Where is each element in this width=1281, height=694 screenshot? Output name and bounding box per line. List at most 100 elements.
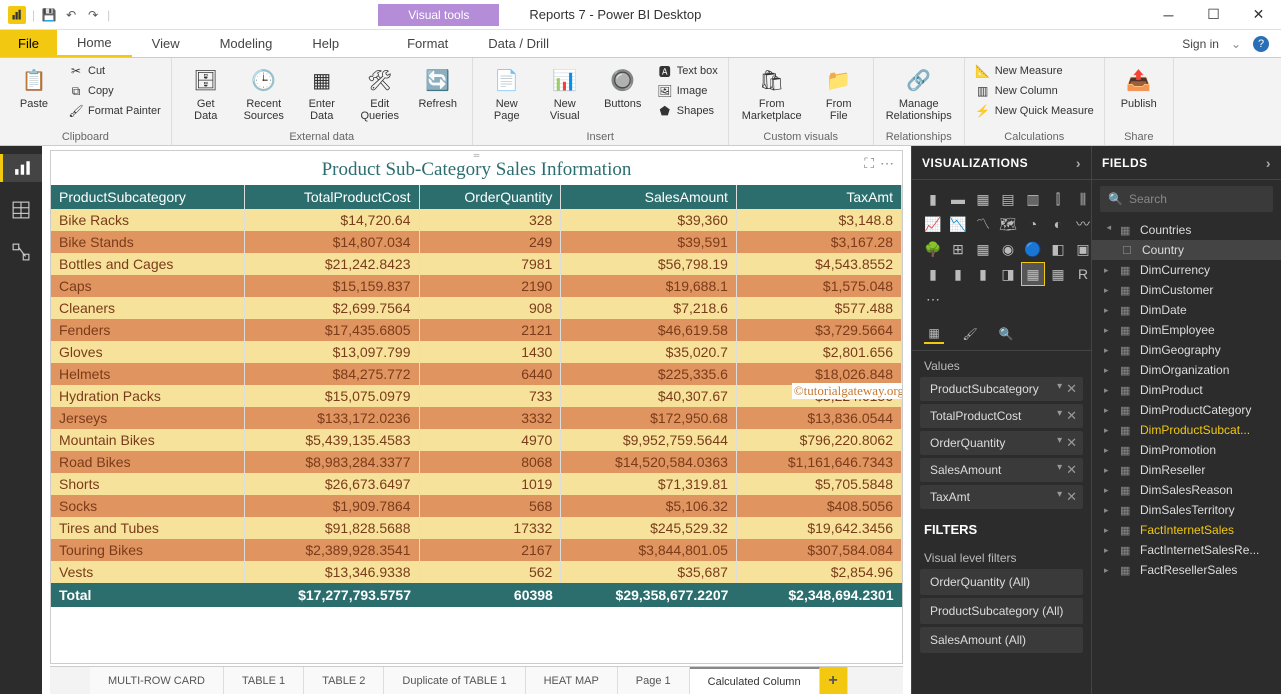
expand-caret-icon[interactable]: ▸ <box>1104 345 1114 356</box>
new-column-button[interactable]: ▥New Column <box>973 82 1096 100</box>
expand-caret-icon[interactable]: ▸ <box>1104 445 1114 456</box>
column-header[interactable]: TaxAmt <box>736 185 901 209</box>
page-tab[interactable]: TABLE 2 <box>304 667 384 694</box>
tab-view[interactable]: View <box>132 30 200 57</box>
fields-tab-icon[interactable]: ▦ <box>924 324 944 344</box>
remove-field-icon[interactable]: ✕ <box>1066 435 1077 451</box>
enter-data-button[interactable]: ▦Enter Data <box>296 62 348 122</box>
add-page-button[interactable]: + <box>820 667 848 694</box>
viz-type-icon[interactable]: 〽 <box>972 213 994 235</box>
table-visual[interactable]: ProductSubcategoryTotalProductCostOrderQ… <box>51 185 902 607</box>
page-tab[interactable]: TABLE 1 <box>224 667 304 694</box>
tab-home[interactable]: Home <box>57 30 132 57</box>
new-visual-button[interactable]: 📊New Visual <box>539 62 591 122</box>
remove-field-icon[interactable]: ✕ <box>1066 381 1077 397</box>
field-table-item[interactable]: ▸▦DimProductSubcat... <box>1092 420 1281 440</box>
tab-modeling[interactable]: Modeling <box>200 30 293 57</box>
table-row[interactable]: Caps$15,159.8372190$19,688.1$1,575.048 <box>51 275 902 297</box>
table-row[interactable]: Jerseys$133,172.02363332$172,950.68$13,8… <box>51 407 902 429</box>
redo-icon[interactable]: ↷ <box>85 7 101 23</box>
viz-type-icon[interactable]: ▮ <box>972 263 994 285</box>
field-table-item[interactable]: ▸▦DimSalesReason <box>1092 480 1281 500</box>
fields-search-input[interactable]: 🔍 Search <box>1100 186 1273 212</box>
column-header[interactable]: ProductSubcategory <box>51 185 245 209</box>
copy-button[interactable]: ⧉Copy <box>66 82 163 100</box>
table-row[interactable]: Helmets$84,275.7726440$225,335.6$18,026.… <box>51 363 902 385</box>
collapse-fields-icon[interactable]: › <box>1266 155 1271 171</box>
chevron-down-icon[interactable]: ▾ <box>1057 408 1062 424</box>
get-data-button[interactable]: 🗄Get Data <box>180 62 232 122</box>
field-table-item[interactable]: ▸▦DimGeography <box>1092 340 1281 360</box>
expand-caret-icon[interactable]: ▸ <box>1104 325 1114 336</box>
column-header[interactable]: SalesAmount <box>561 185 737 209</box>
field-table-item[interactable]: ▸▦DimPromotion <box>1092 440 1281 460</box>
field-column-item[interactable]: ☐Country <box>1092 240 1281 260</box>
textbox-button[interactable]: 🅰Text box <box>655 62 720 80</box>
tab-format[interactable]: Format <box>387 30 468 57</box>
field-well-chip[interactable]: OrderQuantity▾✕ <box>920 431 1083 455</box>
field-table-item[interactable]: ▸▦FactResellerSales <box>1092 560 1281 580</box>
expand-caret-icon[interactable]: ▸ <box>1104 365 1114 376</box>
maximize-button[interactable]: ☐ <box>1191 0 1236 30</box>
focus-mode-icon[interactable]: ⛶ <box>864 155 874 172</box>
viz-type-icon[interactable]: ◨ <box>997 263 1019 285</box>
viz-type-icon[interactable]: ▦ <box>1047 263 1069 285</box>
format-tab-icon[interactable]: 🖌 <box>960 324 980 344</box>
filter-item[interactable]: SalesAmount (All) <box>920 627 1083 653</box>
remove-field-icon[interactable]: ✕ <box>1066 489 1077 505</box>
field-table-item[interactable]: ▸▦FactInternetSalesRe... <box>1092 540 1281 560</box>
tab-help[interactable]: Help <box>292 30 359 57</box>
table-row[interactable]: Touring Bikes$2,389,928.35412167$3,844,8… <box>51 539 902 561</box>
filter-item[interactable]: OrderQuantity (All) <box>920 569 1083 595</box>
viz-type-icon[interactable]: ▦ <box>972 238 994 260</box>
expand-caret-icon[interactable]: ▸ <box>1104 425 1114 436</box>
new-measure-button[interactable]: 📐New Measure <box>973 62 1096 80</box>
collapse-viz-icon[interactable]: › <box>1076 155 1081 171</box>
refresh-button[interactable]: 🔄Refresh <box>412 62 464 110</box>
viz-type-icon[interactable]: ▤ <box>997 188 1019 210</box>
model-view-button[interactable] <box>7 238 35 266</box>
table-row[interactable]: Hydration Packs$15,075.0979733$40,307.67… <box>51 385 902 407</box>
page-tab[interactable]: MULTI-ROW CARD <box>90 667 224 694</box>
viz-type-icon[interactable]: 🔵 <box>1022 238 1044 260</box>
field-well-chip[interactable]: TaxAmt▾✕ <box>920 485 1083 509</box>
undo-icon[interactable]: ↶ <box>63 7 79 23</box>
column-header[interactable]: OrderQuantity <box>419 185 561 209</box>
table-row[interactable]: Road Bikes$8,983,284.33778068$14,520,584… <box>51 451 902 473</box>
field-table-item[interactable]: ▸▦FactInternetSales <box>1092 520 1281 540</box>
viz-type-icon[interactable]: ⋯ <box>922 288 944 310</box>
manage-relationships-button[interactable]: 🔗Manage Relationships <box>882 62 956 122</box>
viz-type-icon[interactable]: ▮ <box>947 263 969 285</box>
table-row[interactable]: Bike Stands$14,807.034249$39,591$3,167.2… <box>51 231 902 253</box>
expand-caret-icon[interactable]: ▾ <box>1104 225 1115 235</box>
page-tab[interactable]: HEAT MAP <box>526 667 618 694</box>
page-tab[interactable]: Calculated Column <box>690 667 820 694</box>
image-button[interactable]: 🖼Image <box>655 82 720 100</box>
field-table-item[interactable]: ▸▦DimOrganization <box>1092 360 1281 380</box>
viz-type-icon[interactable]: ▮ <box>922 188 944 210</box>
minimize-button[interactable]: ─ <box>1146 0 1191 30</box>
expand-caret-icon[interactable]: ▸ <box>1104 405 1114 416</box>
analytics-tab-icon[interactable]: 🔍 <box>996 324 1016 344</box>
field-table-item[interactable]: ▸▦DimProduct <box>1092 380 1281 400</box>
visual-resize-handle[interactable]: ═ <box>465 151 489 159</box>
remove-field-icon[interactable]: ✕ <box>1066 462 1077 478</box>
new-page-button[interactable]: 📄New Page <box>481 62 533 122</box>
viz-type-icon[interactable]: ▮ <box>922 263 944 285</box>
viz-type-icon[interactable]: ◔ <box>1022 213 1044 235</box>
buttons-button[interactable]: 🔘Buttons <box>597 62 649 110</box>
table-row[interactable]: Gloves$13,097.7991430$35,020.7$2,801.656 <box>51 341 902 363</box>
expand-caret-icon[interactable]: ▸ <box>1104 505 1114 516</box>
viz-type-icon[interactable]: ⫿ <box>1047 188 1069 210</box>
table-row[interactable]: Vests$13,346.9338562$35,687$2,854.96 <box>51 561 902 583</box>
publish-button[interactable]: 📤Publish <box>1113 62 1165 110</box>
table-row[interactable]: Shorts$26,673.64971019$71,319.81$5,705.5… <box>51 473 902 495</box>
viz-type-icon[interactable]: 🗺 <box>997 213 1019 235</box>
page-tab[interactable]: Page 1 <box>618 667 690 694</box>
viz-type-icon[interactable]: ⊞ <box>947 238 969 260</box>
field-table-item[interactable]: ▾▦Countries <box>1092 220 1281 240</box>
expand-caret-icon[interactable]: ▸ <box>1104 265 1114 276</box>
chevron-down-icon[interactable]: ▾ <box>1057 435 1062 451</box>
field-table-item[interactable]: ▸▦DimCurrency <box>1092 260 1281 280</box>
recent-sources-button[interactable]: 🕒Recent Sources <box>238 62 290 122</box>
